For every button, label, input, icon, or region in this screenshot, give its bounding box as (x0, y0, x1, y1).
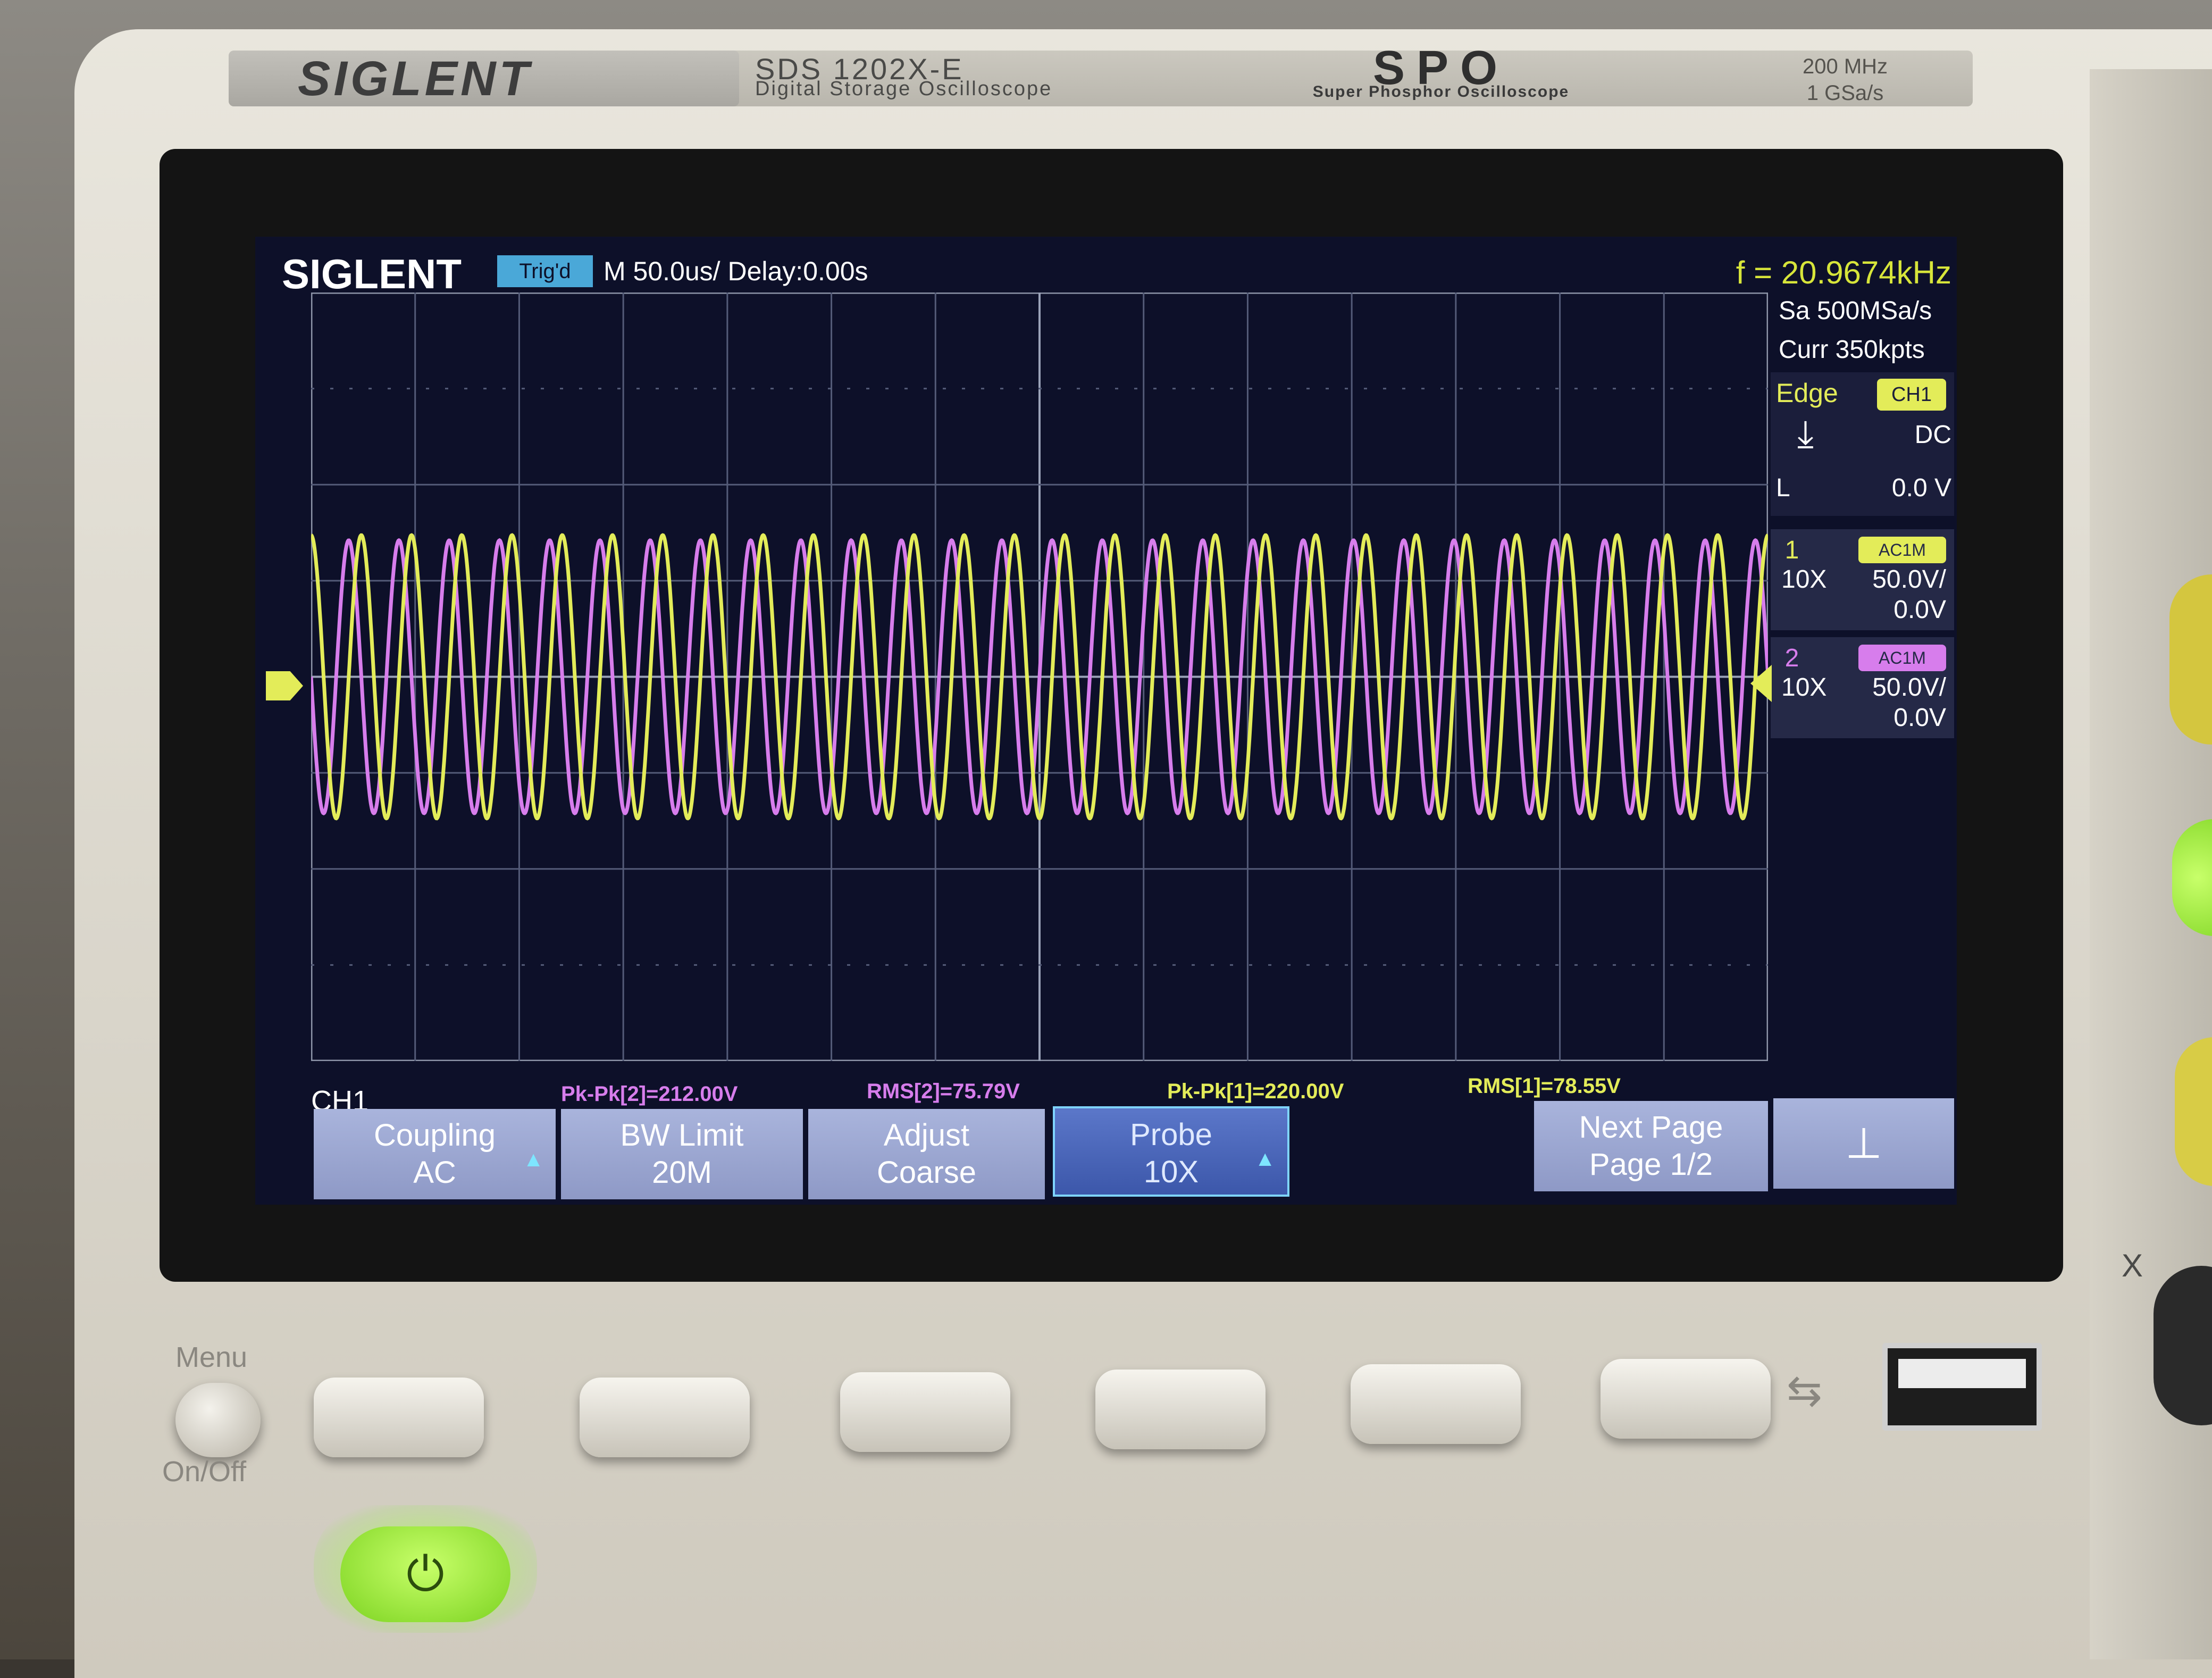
ch1-number: 1 (1784, 536, 1799, 564)
delay-value: Delay:0.00s (727, 256, 868, 286)
ch2-number: 2 (1784, 644, 1799, 672)
ch1-info-panel[interactable]: 1 AC1M 10X 50.0V/ 0.0V (1771, 529, 1954, 630)
ch1-scale: 50.0V/ (1872, 565, 1946, 594)
softkey-adjust-value: Coarse (877, 1155, 976, 1190)
onoff-label: On/Off (162, 1456, 247, 1488)
vertical-knob-ch2[interactable] (2175, 1037, 2212, 1186)
softkey-probe-value: 10X (1143, 1155, 1199, 1189)
ch2-info-panel[interactable]: 2 AC1M 10X 50.0V/ 0.0V (1771, 637, 1954, 738)
network-status: ⊥ (1773, 1098, 1954, 1189)
measurement-rms-ch1: RMS[1]=78.55V (1468, 1074, 1621, 1098)
arrow-up-icon: ▲ (523, 1148, 544, 1171)
falling-edge-icon: ⤓ (1797, 413, 1814, 454)
ch1-offset: 0.0V (1893, 596, 1946, 624)
model-subtitle: Digital Storage Oscilloscope (755, 78, 1053, 100)
axis-x-label: X (2122, 1248, 2143, 1283)
softkey-coupling[interactable]: Coupling AC ▲ (314, 1109, 556, 1199)
vertical-knob-ch1[interactable] (2169, 574, 2212, 745)
ch1-coupling-badge: AC1M (1858, 537, 1946, 563)
ch1-probe: 10X (1781, 565, 1827, 594)
power-icon: ⏻ (406, 1548, 445, 1601)
ch2-offset: 0.0V (1893, 704, 1946, 732)
usb-port-contact (1898, 1359, 2026, 1388)
menu-onoff-button[interactable] (175, 1383, 261, 1457)
softkey-bw-limit-value: 20M (652, 1155, 712, 1190)
measurement-pkpk-ch2: Pk-Pk[2]=212.00V (561, 1082, 738, 1106)
screen-logo: SIGLENT (282, 251, 462, 297)
timebase-readout: M 50.0us/ Delay:0.00s (604, 254, 1082, 289)
physical-softkey-6[interactable] (1601, 1359, 1771, 1439)
physical-softkey-4[interactable] (1095, 1370, 1266, 1449)
frequency-readout: f = 20.9674kHz (1736, 255, 1951, 290)
network-icon: ⊥ (1845, 1120, 1882, 1167)
physical-softkey-1[interactable] (314, 1378, 484, 1457)
trigger-coupling: DC (1914, 421, 1951, 449)
softkey-adjust[interactable]: Adjust Coarse (808, 1109, 1045, 1199)
softkey-coupling-label: Coupling (374, 1118, 496, 1153)
bandwidth-spec: 200 MHz (1802, 55, 1888, 78)
arrow-up-icon: ▲ (1254, 1147, 1276, 1171)
softkey-next-page-label: Next Page (1579, 1110, 1723, 1145)
power-button[interactable]: ⏻ (340, 1526, 510, 1622)
ch2-coupling-badge: AC1M (1858, 645, 1946, 671)
horizontal-knob[interactable] (2154, 1266, 2212, 1425)
memory-depth-readout: Curr 350kpts (1779, 336, 1925, 364)
sample-rate-readout: Sa 500MSa/s (1779, 297, 1932, 325)
trigger-source-badge: CH1 (1877, 379, 1946, 411)
menu-label: Menu (175, 1341, 248, 1373)
waveform-grid[interactable] (311, 293, 1768, 1061)
ch2-probe: 10X (1781, 673, 1827, 702)
physical-softkey-5[interactable] (1351, 1364, 1521, 1444)
softkey-adjust-label: Adjust (883, 1118, 970, 1153)
sample-rate-spec: 1 GSa/s (1806, 81, 1884, 105)
trigger-level-label: L (1776, 474, 1790, 502)
spo-subtitle: Super Phosphor Oscilloscope (1312, 83, 1570, 101)
softkey-bw-limit-label: BW Limit (620, 1118, 744, 1153)
physical-softkey-3[interactable] (840, 1372, 1010, 1452)
physical-softkey-2[interactable] (580, 1378, 750, 1457)
trigger-status-badge: Trig'd (497, 255, 593, 287)
trigger-level: 0.0 V (1891, 474, 1951, 502)
brand-logo: SIGLENT (298, 52, 532, 106)
softkey-probe[interactable]: Probe 10X ▲ (1053, 1106, 1289, 1197)
measurement-rms-ch2: RMS[2]=75.79V (867, 1080, 1020, 1103)
timebase-value: M 50.0us/ (604, 256, 720, 286)
ch2-scale: 50.0V/ (1872, 673, 1946, 702)
measurement-pkpk-ch1: Pk-Pk[1]=220.00V (1167, 1080, 1344, 1103)
usb-icon: ⇆ (1787, 1367, 1823, 1414)
softkey-next-page[interactable]: Next Page Page 1/2 (1534, 1101, 1768, 1191)
softkey-bw-limit[interactable]: BW Limit 20M (561, 1109, 803, 1199)
softkey-probe-label: Probe (1130, 1117, 1212, 1152)
trigger-type: Edge (1776, 378, 1838, 408)
softkey-coupling-value: AC (413, 1155, 456, 1190)
softkey-next-page-value: Page 1/2 (1589, 1147, 1713, 1182)
